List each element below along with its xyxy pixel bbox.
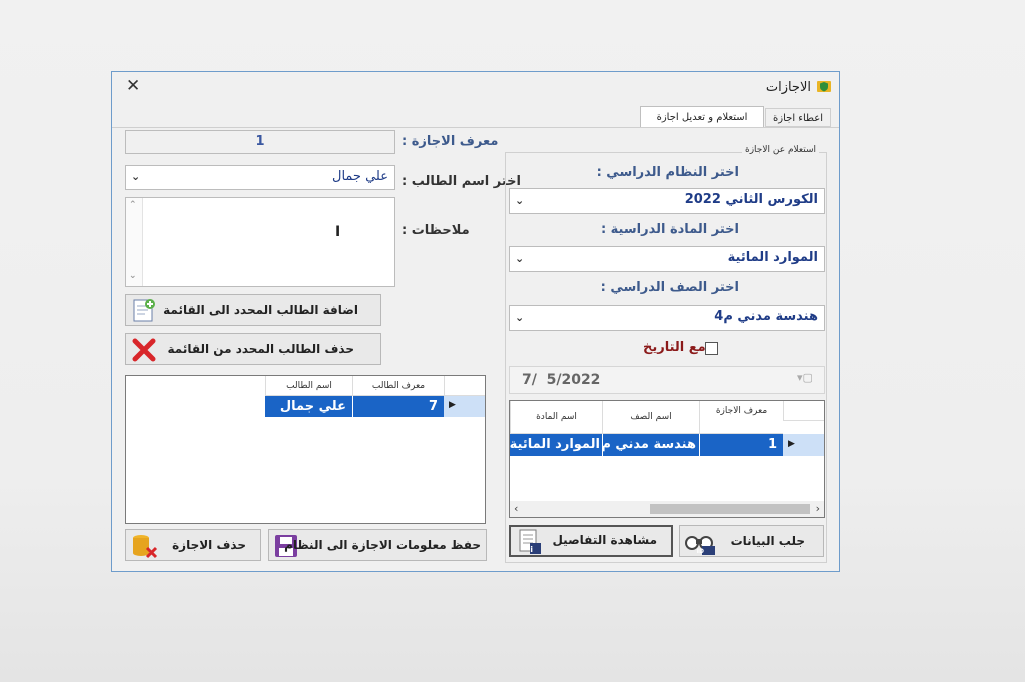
- save-leave-label: حفظ معلومات الاجازة الى النظام: [284, 538, 481, 552]
- column-header-student-name[interactable]: اسم الطالب: [265, 376, 352, 396]
- class-combo[interactable]: هندسة مدني م4 ⌄: [509, 305, 825, 331]
- save-leave-button[interactable]: حفظ معلومات الاجازة الى النظام: [268, 529, 487, 561]
- with-date-checkbox[interactable]: [705, 342, 718, 355]
- scrollbar-thumb[interactable]: [650, 504, 810, 514]
- scroll-right-icon[interactable]: ›: [816, 502, 820, 515]
- scroll-left-icon[interactable]: ‹: [514, 502, 518, 515]
- chevron-down-icon[interactable]: ⌄: [131, 170, 140, 183]
- fetch-data-label: جلب البيانات: [730, 534, 805, 548]
- window-title: الاجازات: [765, 80, 811, 95]
- row-indicator[interactable]: ▶: [783, 434, 824, 456]
- svg-text:ID: ID: [697, 548, 704, 555]
- student-label: اختر اسم الطالب :: [402, 174, 521, 189]
- calendar-dropdown-icon[interactable]: ▢▾: [797, 371, 813, 384]
- remove-student-button[interactable]: حذف الطالب المحدد من القائمة: [125, 333, 381, 365]
- subject-label: اختر المادة الدراسية :: [600, 222, 739, 237]
- chevron-down-icon[interactable]: ⌄: [515, 252, 524, 265]
- column-header-leave-id[interactable]: معرف الاجازة: [699, 401, 783, 434]
- table-row-cell-id[interactable]: 7: [352, 396, 444, 417]
- column-header-student-id[interactable]: معرف الطالب: [352, 376, 444, 396]
- tab-query-edit-leave[interactable]: استعلام و تعديل اجازة: [640, 106, 764, 127]
- system-combo-value: الكورس الثاني 2022: [684, 192, 818, 207]
- leave-id-field: 1: [125, 130, 395, 154]
- leaves-window: الاجازات ✕ اعطاء اجازة استعلام و تعديل ا…: [111, 71, 840, 572]
- notes-label: ملاحظات :: [402, 223, 470, 238]
- close-icon[interactable]: ✕: [126, 76, 140, 96]
- column-header-subject-name[interactable]: اسم المادة: [510, 401, 602, 434]
- remove-student-label: حذف الطالب المحدد من القائمة: [167, 342, 354, 356]
- delete-leave-label: حذف الاجازة: [172, 538, 246, 552]
- row-pointer-icon: ▶: [449, 400, 456, 410]
- subject-combo[interactable]: الموارد المائية ⌄: [509, 246, 825, 272]
- delete-leave-button[interactable]: حذف الاجازة: [125, 529, 261, 561]
- table-row-cell-subject[interactable]: الموارد المائية: [510, 434, 602, 456]
- student-combo-value: علي جمال: [332, 169, 388, 184]
- system-combo[interactable]: الكورس الثاني 2022 ⌄: [509, 188, 825, 214]
- date-picker[interactable]: ▢▾ 7/ 5/2022: [509, 366, 825, 394]
- binoculars-icon: ID: [685, 536, 715, 555]
- row-header-cell: [783, 401, 824, 421]
- tab-give-leave[interactable]: اعطاء اجازة: [765, 108, 831, 127]
- date-value: 7/ 5/2022: [522, 372, 601, 388]
- add-student-button[interactable]: اضافة الطالب المحدد الى القائمة: [125, 294, 381, 326]
- svg-text:i: i: [530, 545, 533, 554]
- fetch-data-button[interactable]: ID جلب البيانات: [679, 525, 824, 557]
- with-date-label: مع التاريخ: [643, 340, 706, 355]
- table-row-cell-name[interactable]: علي جمال: [265, 396, 352, 417]
- red-x-icon: [132, 338, 156, 362]
- table-row-cell-id[interactable]: 1: [699, 434, 783, 456]
- folder-shield-icon: [817, 81, 831, 92]
- leave-id-label: معرف الاجازة :: [402, 134, 499, 149]
- database-delete-icon: [133, 535, 158, 559]
- subject-combo-value: الموارد المائية: [727, 250, 818, 265]
- class-label: اختر الصف الدراسي :: [600, 280, 739, 295]
- column-header-class-name[interactable]: اسم الصف: [602, 401, 699, 434]
- row-indicator[interactable]: ▶: [444, 396, 485, 417]
- scroll-up-icon[interactable]: ⌃: [129, 200, 137, 210]
- document-info-icon: i: [519, 529, 541, 554]
- system-label: اختر النظام الدراسي :: [596, 165, 739, 180]
- view-details-button[interactable]: i مشاهدة التفاصيل: [509, 525, 673, 557]
- add-student-label: اضافة الطالب المحدد الى القائمة: [163, 303, 358, 317]
- class-combo-value: هندسة مدني م4: [714, 309, 818, 324]
- scroll-down-icon[interactable]: ⌄: [129, 271, 137, 281]
- add-document-icon: [133, 299, 155, 322]
- row-header-cell: [444, 376, 485, 396]
- leaves-grid: معرف الاجازة اسم الصف اسم المادة ▶ 1 هند…: [509, 400, 825, 518]
- students-grid: معرف الطالب اسم الطالب ▶ 7 علي جمال: [125, 375, 486, 524]
- row-pointer-icon: ▶: [788, 439, 795, 449]
- query-group-title: استعلام عن الاجازة: [742, 145, 819, 155]
- chevron-down-icon[interactable]: ⌄: [515, 311, 524, 324]
- view-details-label: مشاهدة التفاصيل: [552, 533, 657, 547]
- chevron-down-icon[interactable]: ⌄: [515, 194, 524, 207]
- student-combo[interactable]: علي جمال ⌄: [125, 165, 395, 190]
- tab-divider: [112, 127, 839, 128]
- table-row-cell-class[interactable]: هندسة مدني م4: [592, 434, 699, 456]
- notes-scrollbar[interactable]: ⌃ ⌄: [126, 198, 143, 286]
- text-cursor-icon: I: [335, 224, 341, 240]
- notes-textarea[interactable]: ⌃ ⌄ I: [125, 197, 395, 287]
- horizontal-scrollbar[interactable]: ‹ ›: [510, 501, 824, 517]
